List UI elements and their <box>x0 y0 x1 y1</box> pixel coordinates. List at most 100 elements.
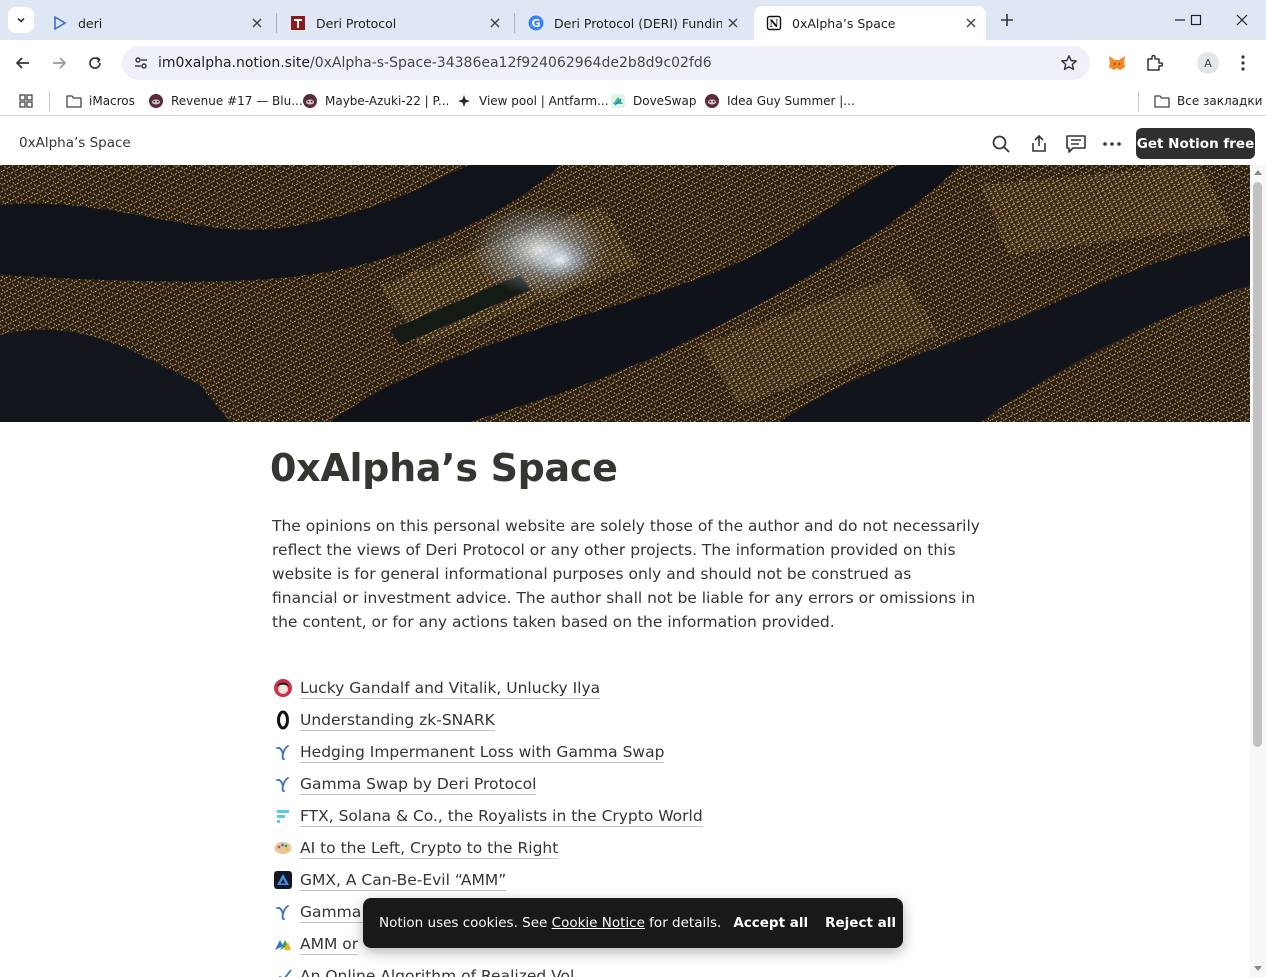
close-icon <box>1236 14 1248 26</box>
close-window-button[interactable] <box>1219 0 1265 40</box>
url-text[interactable]: im0xalpha.notion.site/0xAlpha-s-Space-34… <box>158 55 712 71</box>
bookmarks-separator <box>49 91 50 111</box>
gamma-icon <box>272 773 294 795</box>
close-tab-icon[interactable] <box>722 12 744 34</box>
subpage-title: An Online Algorithm of Realized Vol <box>300 966 574 977</box>
g-logo-icon: G <box>528 15 544 31</box>
scroll-up-arrow[interactable] <box>1254 170 1262 175</box>
bluepill-icon <box>302 93 318 109</box>
more-options-icon[interactable] <box>1100 132 1124 156</box>
subpage-link[interactable]: Gamma Swap by Deri Protocol <box>272 768 972 800</box>
subpage-title: AI to the Left, Crypto to the Right <box>300 838 559 859</box>
new-tab-button[interactable] <box>994 7 1020 33</box>
get-notion-free-button[interactable]: Get Notion free <box>1136 128 1255 159</box>
bookmark-label: View pool | Antfarm... <box>479 94 609 108</box>
cookie-text-before: Notion uses cookies. See <box>379 915 552 931</box>
bookmark-label: Revenue #17 — Blu... <box>171 94 303 108</box>
url-host: im0xalpha.notion.site <box>158 55 310 71</box>
subpage-link[interactable]: Lucky Gandalf and Vitalik, Unlucky Ilya <box>272 672 972 704</box>
city-night-aerial-image <box>0 165 1250 422</box>
cookie-text-after: for details. <box>644 915 722 931</box>
bookmark-star-icon[interactable] <box>1060 54 1078 72</box>
bookmark-doveswap[interactable]: DoveSwap <box>610 91 696 111</box>
cookie-more-options-icon[interactable] <box>924 911 940 935</box>
profile-avatar[interactable]: A <box>1197 52 1219 74</box>
notion-topbar: 0xAlpha’s Space Get Notion free <box>0 121 1266 165</box>
bookmark-label: DoveSwap <box>633 94 697 108</box>
accept-all-button[interactable]: Accept all <box>733 911 808 935</box>
search-icon[interactable] <box>989 132 1013 156</box>
browser-menu-icon[interactable] <box>1232 52 1254 74</box>
chart-icon <box>272 965 294 977</box>
subpage-link[interactable]: An Online Algorithm of Realized Vol <box>272 960 972 977</box>
tab-deri-funding[interactable]: G Deri Protocol (DERI) Funding Ra <box>516 6 748 40</box>
reject-all-button[interactable]: Reject all <box>825 911 896 935</box>
ftx-icon <box>272 805 294 827</box>
bookmark-idea-guy[interactable]: Idea Guy Summer |... <box>704 91 855 111</box>
close-tab-icon[interactable] <box>960 12 982 34</box>
svg-text:N: N <box>769 19 778 30</box>
bookmark-label: Idea Guy Summer |... <box>727 94 855 108</box>
zero-icon <box>272 709 294 731</box>
tab-title: Deri Protocol (DERI) Funding Ra <box>554 15 722 31</box>
browser-window: deri Deri Protocol G Deri Protocol (DERI… <box>0 0 1266 977</box>
tab-strip: deri Deri Protocol G Deri Protocol (DERI… <box>0 0 1266 40</box>
cookie-text: Notion uses cookies. See Cookie Notice f… <box>379 915 721 931</box>
tab-title: Deri Protocol <box>316 15 397 31</box>
tab-deri[interactable]: deri <box>40 6 272 40</box>
share-icon[interactable] <box>1027 132 1051 156</box>
cover-image <box>0 165 1250 422</box>
bookmark-imacros[interactable]: iMacros <box>66 91 135 111</box>
chevron-down-icon <box>17 17 25 23</box>
forward-button[interactable] <box>44 48 74 78</box>
apps-button[interactable] <box>18 91 41 111</box>
breadcrumb[interactable]: 0xAlpha’s Space <box>19 135 131 151</box>
subpage-title: FTX, Solana & Co., the Royalists in the … <box>300 806 703 827</box>
gamma-icon <box>272 901 294 923</box>
scroll-down-arrow[interactable] <box>1254 966 1262 971</box>
metamask-extension-icon[interactable] <box>1106 52 1128 74</box>
tab-separator <box>514 13 515 33</box>
bookmark-maybe-azuki[interactable]: Maybe-Azuki-22 | P... <box>302 91 449 111</box>
folder-icon <box>1154 93 1170 109</box>
subpage-link[interactable]: AI to the Left, Crypto to the Right <box>272 832 972 864</box>
subpage-title: GMX, A Can-Be-Evil “AMM” <box>300 870 507 891</box>
page-description: The opinions on this personal website ar… <box>272 517 980 631</box>
bookmark-revenue[interactable]: Revenue #17 — Blu... <box>148 91 303 111</box>
bluepill-icon <box>148 93 164 109</box>
comments-icon[interactable] <box>1064 132 1088 156</box>
close-tab-icon[interactable] <box>484 12 506 34</box>
close-tab-icon[interactable] <box>246 12 268 34</box>
bluepill-icon <box>704 93 720 109</box>
doveswap-icon <box>610 93 626 109</box>
all-bookmarks-label: Все закладки <box>1177 94 1263 108</box>
cookie-banner: Notion uses cookies. See Cookie Notice f… <box>363 898 940 948</box>
tab-title: deri <box>78 15 103 31</box>
address-bar[interactable]: im0xalpha.notion.site/0xAlpha-s-Space-34… <box>122 46 1090 80</box>
subpage-link[interactable]: Understanding zk-SNARK <box>272 704 972 736</box>
bookmark-label: iMacros <box>89 94 135 108</box>
scrollbar-thumb[interactable] <box>1253 182 1262 747</box>
subpage-title: Hedging Impermanent Loss with Gamma Swap <box>300 742 665 763</box>
folder-icon <box>66 93 82 109</box>
play-triangle-icon <box>52 15 68 31</box>
tab-deri-protocol[interactable]: Deri Protocol <box>278 6 510 40</box>
subpage-link[interactable]: FTX, Solana & Co., the Royalists in the … <box>272 800 972 832</box>
tab-search-button[interactable] <box>8 7 34 33</box>
cookie-notice-link[interactable]: Cookie Notice <box>552 915 645 931</box>
reload-button[interactable] <box>80 48 110 78</box>
page-title: 0xAlpha’s Space <box>270 446 618 490</box>
maximize-button[interactable] <box>1173 0 1219 40</box>
subpage-link[interactable]: GMX, A Can-Be-Evil “AMM” <box>272 864 972 896</box>
avatar-girl-icon <box>272 677 294 699</box>
back-button[interactable] <box>8 48 38 78</box>
subpage-title: Lucky Gandalf and Vitalik, Unlucky Ilya <box>300 678 601 699</box>
extensions-puzzle-icon[interactable] <box>1143 52 1165 74</box>
antfarm-icon <box>456 93 472 109</box>
browser-toolbar: im0xalpha.notion.site/0xAlpha-s-Space-34… <box>0 40 1266 86</box>
tab-0xalpha-space[interactable]: N 0xAlpha’s Space <box>754 6 986 40</box>
subpage-link[interactable]: Hedging Impermanent Loss with Gamma Swap <box>272 736 972 768</box>
bookmark-antfarm[interactable]: View pool | Antfarm... <box>456 91 609 111</box>
site-info-icon[interactable] <box>124 46 158 80</box>
all-bookmarks-button[interactable]: Все закладки <box>1154 91 1262 111</box>
